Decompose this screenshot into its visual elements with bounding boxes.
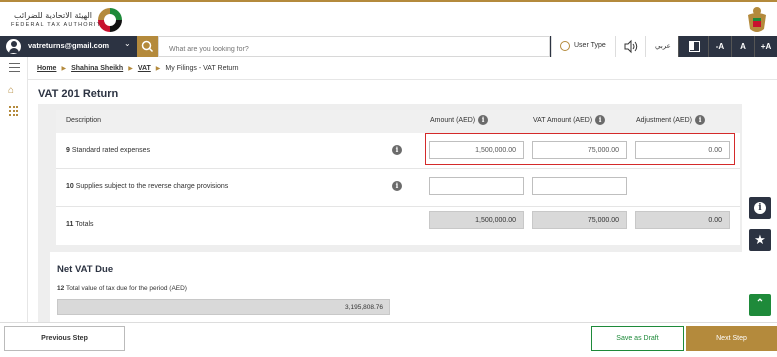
info-icon[interactable]: i — [392, 181, 402, 191]
next-step-button[interactable]: Next Step — [686, 326, 777, 351]
top-navbar: vatreturns@gmail.com ⌄ User Type عربي -A… — [0, 36, 777, 57]
info-icon: i — [754, 202, 766, 214]
star-icon: ★ — [754, 232, 766, 247]
chevron-up-icon: ⌃ — [755, 298, 765, 309]
info-icon[interactable]: i — [595, 115, 606, 125]
logo-arabic-text: الهيئة الاتحادية للضرائب — [14, 11, 92, 20]
breadcrumb-separator-icon: ▶ — [61, 66, 67, 72]
column-header-vat-amount: VAT Amount (AED) i — [533, 115, 606, 125]
gear-icon — [560, 41, 570, 51]
speaker-icon — [624, 39, 638, 54]
search-input[interactable] — [158, 36, 550, 57]
font-decrease-button[interactable]: -A — [708, 36, 731, 57]
user-avatar-icon — [6, 39, 21, 54]
net-vat-title: Net VAT Due — [57, 264, 114, 275]
search-button[interactable] — [137, 36, 158, 57]
contrast-icon — [689, 41, 700, 52]
menu-icon[interactable] — [9, 63, 20, 72]
total-amount-value: 1,500,000.00 — [429, 211, 524, 229]
amount-field[interactable] — [429, 177, 524, 195]
page-title: VAT 201 Return — [38, 88, 119, 100]
font-reset-button[interactable]: A — [731, 36, 754, 57]
contrast-toggle[interactable] — [678, 36, 708, 57]
table-row: 11 Totals 1,500,000.00 75,000.00 0.00 — [56, 207, 740, 245]
info-icon[interactable]: i — [478, 115, 489, 125]
vat-table: Description Amount (AED) i VAT Amount (AE… — [56, 110, 740, 245]
footer-bar: Previous Step Save as Draft Next Step — [0, 322, 777, 357]
font-increase-button[interactable]: +A — [754, 36, 777, 57]
search-icon — [141, 40, 154, 53]
breadcrumb-separator-icon: ▶ — [155, 66, 161, 72]
info-float-button[interactable]: i — [749, 197, 771, 219]
column-header-amount: Amount (AED) i — [430, 115, 489, 125]
site-header: الهيئة الاتحادية للضرائب FEDERAL TAX AUT… — [0, 2, 777, 36]
row-label: 11 Totals — [66, 221, 94, 228]
info-icon[interactable]: i — [695, 115, 706, 125]
highlight-box — [425, 133, 735, 165]
logo-english-text: FEDERAL TAX AUTHORITY — [11, 22, 107, 28]
net-vat-value: 3,195,808.76 — [57, 299, 390, 315]
total-adjustment-value: 0.00 — [635, 211, 730, 229]
language-toggle[interactable]: عربي — [645, 36, 678, 57]
row-label: 10 Supplies subject to the reverse charg… — [66, 183, 229, 190]
save-draft-button[interactable]: Save as Draft — [591, 326, 684, 351]
uae-emblem-icon — [748, 7, 766, 32]
breadcrumb: Home ▶ Shahina Sheikh ▶ VAT ▶ My Filings - VAT… — [28, 57, 777, 80]
fta-logo-icon[interactable] — [96, 6, 124, 34]
user-type-label: User Type — [574, 42, 606, 49]
breadcrumb-current: My Filings - VAT Return — [165, 65, 239, 72]
breadcrumb-user[interactable]: Shahina Sheikh — [71, 65, 123, 72]
net-vat-label: 12 Total value of tax due for the period… — [57, 285, 187, 292]
left-rail: ⌂ — [0, 57, 28, 322]
breadcrumb-separator-icon: ▶ — [128, 66, 133, 72]
home-icon[interactable]: ⌂ — [8, 85, 14, 96]
favorite-float-button[interactable]: ★ — [749, 229, 771, 251]
user-type-button[interactable]: User Type — [551, 36, 615, 57]
breadcrumb-home[interactable]: Home — [37, 65, 56, 72]
row-label: 9 Standard rated expenses — [66, 147, 151, 154]
column-header-adjustment: Adjustment (AED) i — [636, 115, 706, 125]
grid-icon[interactable] — [9, 106, 19, 116]
user-email: vatreturns@gmail.com — [28, 41, 110, 50]
column-header-description: Description — [66, 117, 102, 124]
text-to-speech-button[interactable] — [615, 36, 645, 57]
user-menu[interactable]: vatreturns@gmail.com ⌄ — [6, 39, 136, 54]
table-row: 10 Supplies subject to the reverse charg… — [56, 169, 740, 207]
info-icon[interactable]: i — [392, 145, 402, 155]
table-header: Description Amount (AED) i VAT Amount (AE… — [56, 110, 740, 133]
breadcrumb-vat[interactable]: VAT — [138, 65, 151, 72]
total-vat-value: 75,000.00 — [532, 211, 627, 229]
vat-amount-field[interactable] — [532, 177, 627, 195]
scroll-top-button[interactable]: ⌃ — [749, 294, 771, 316]
chevron-down-icon: ⌄ — [124, 39, 131, 48]
previous-step-button[interactable]: Previous Step — [4, 326, 125, 351]
